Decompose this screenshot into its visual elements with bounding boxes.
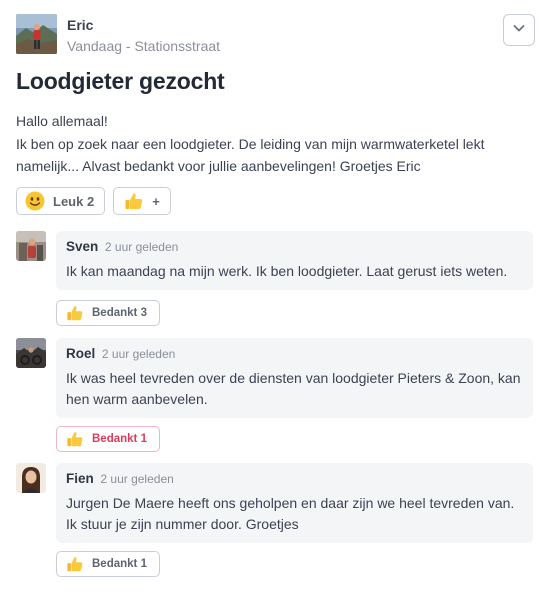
avatar[interactable] <box>16 338 46 368</box>
post-header: Eric Vandaag - Stationsstraat <box>16 14 536 56</box>
add-reaction-label: + <box>152 193 160 209</box>
post-menu-button[interactable] <box>503 14 535 46</box>
like-label: Leuk 2 <box>53 193 95 209</box>
comment-bubble: Sven 2 uur geleden Ik kan maandag na mij… <box>56 231 533 290</box>
thanks-label: Bedankt 3 <box>92 307 147 319</box>
post-body-line: Hallo allemaal! <box>16 113 108 129</box>
comment-time: 2 uur geleden <box>100 472 174 486</box>
thanks-button[interactable]: Bedankt 3 <box>56 300 160 326</box>
author-avatar[interactable] <box>16 14 57 54</box>
post-body-line: Ik ben op zoek naar een loodgieter. De l… <box>16 135 485 152</box>
comment-time: 2 uur geleden <box>104 240 179 254</box>
comment-author[interactable]: Roel <box>66 346 95 361</box>
comment-bubble: Roel 2 uur geleden Ik was heel tevreden … <box>56 338 533 418</box>
comment-bubble: Fien 2 uur geleden Jurgen De Maere heeft… <box>56 463 533 543</box>
chevron-down-icon <box>512 21 526 40</box>
thanks-label: Bedankt 1 <box>92 433 147 445</box>
author-name[interactable]: Eric <box>67 17 93 33</box>
post-reactions: Leuk 2 + <box>16 187 171 215</box>
thumbs-up-icon <box>66 555 84 573</box>
thumbs-up-icon <box>124 191 144 211</box>
comment-text: Jurgen De Maere heeft ons geholpen en da… <box>66 495 515 532</box>
thumbs-up-icon <box>66 304 84 322</box>
comment-author[interactable]: Sven <box>66 239 98 254</box>
comment-time: 2 uur geleden <box>101 347 176 361</box>
thanks-label: Bedankt 1 <box>92 558 147 570</box>
avatar[interactable] <box>16 463 46 493</box>
smiley-icon <box>25 191 45 211</box>
avatar[interactable] <box>16 231 46 261</box>
add-reaction-button[interactable]: + <box>113 187 171 215</box>
post-meta: Vandaag - Stationsstraat <box>67 38 221 54</box>
like-button[interactable]: Leuk 2 <box>16 187 106 215</box>
thanks-button[interactable]: Bedankt 1 <box>56 551 160 577</box>
comment-text: Ik was heel tevreden over de diensten va… <box>66 370 521 407</box>
thanks-button[interactable]: Bedankt 1 <box>56 426 160 452</box>
post-body-line: namelijk... Alvast bedankt voor jullie a… <box>16 158 421 174</box>
comment-text: Ik kan maandag na mijn werk. Ik ben lood… <box>66 263 508 279</box>
post-title: Loodgieter gezocht <box>16 68 225 94</box>
thumbs-up-icon <box>66 430 84 448</box>
comment-author[interactable]: Fien <box>66 471 94 486</box>
post-body: Hallo allemaal! Ik ben op zoek naar een … <box>16 110 516 178</box>
